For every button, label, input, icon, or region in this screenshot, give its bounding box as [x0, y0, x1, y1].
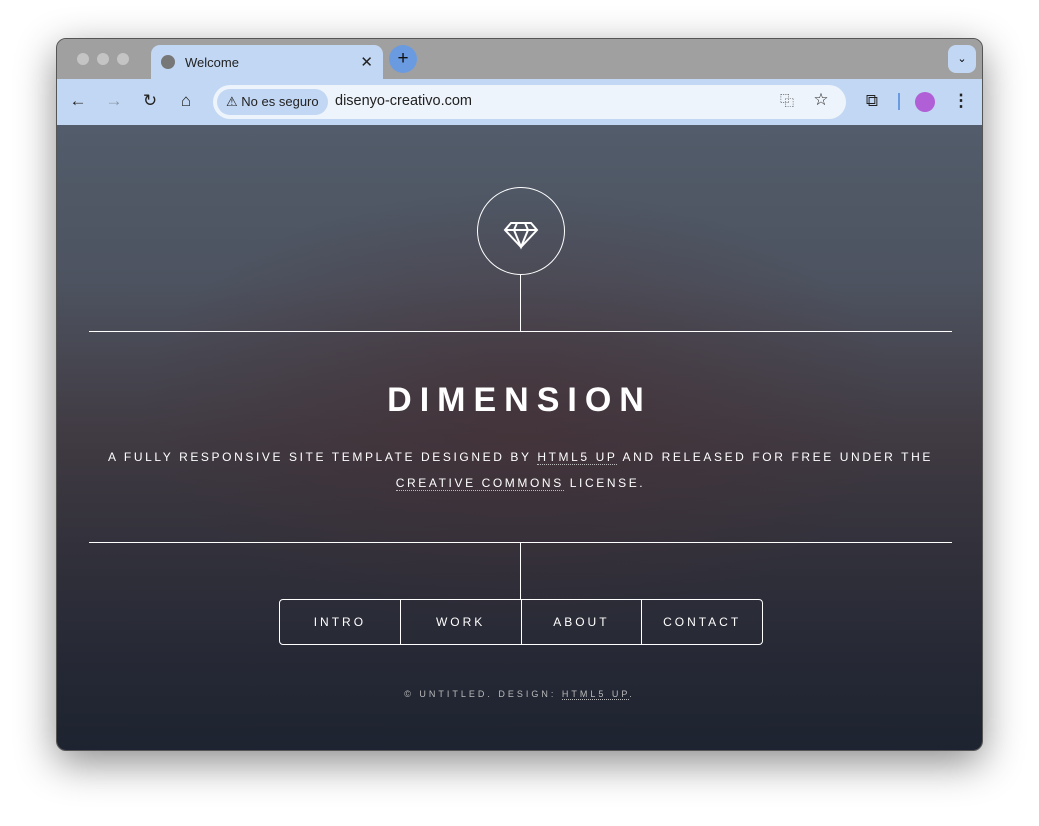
home-icon[interactable]: ⌂	[175, 91, 197, 111]
html5up-link[interactable]: HTML5 UP	[537, 450, 618, 465]
profile-avatar[interactable]	[915, 92, 935, 112]
globe-icon	[161, 55, 175, 69]
security-label: No es seguro	[241, 94, 319, 109]
address-bar[interactable]: ⚠ No es seguro disenyo-creativo.com ⿻ ☆	[213, 85, 846, 119]
close-tab-icon[interactable]: ✕	[360, 53, 373, 71]
toolbar: ← → ↻ ⌂ ⚠ No es seguro disenyo-creativo.…	[57, 79, 982, 125]
warning-icon: ⚠	[226, 94, 242, 109]
site-description: A FULLY RESPONSIVE SITE TEMPLATE DESIGNE…	[97, 444, 944, 496]
desc-text: LICENSE.	[563, 476, 646, 490]
new-tab-button[interactable]: +	[389, 45, 417, 73]
connector-line-top	[520, 275, 521, 331]
desc-text: AND RELEASED FOR FREE UNDER THE	[617, 450, 933, 464]
forward-icon[interactable]: →	[103, 91, 125, 111]
site-title: DIMENSION	[387, 381, 652, 419]
bookmark-star-icon[interactable]: ☆	[810, 90, 832, 110]
browser-window: Welcome ✕ + ⌄ ← → ↻ ⌂ ⚠ No es seguro dis…	[56, 38, 983, 751]
page-content: DIMENSION A FULLY RESPONSIVE SITE TEMPLA…	[57, 125, 982, 750]
divider	[898, 93, 900, 110]
desc-text: A FULLY RESPONSIVE SITE TEMPLATE DESIGNE…	[108, 450, 538, 464]
divider-top	[89, 331, 952, 332]
security-chip[interactable]: ⚠ No es seguro	[217, 89, 328, 115]
tab-title: Welcome	[185, 54, 239, 70]
extensions-icon[interactable]: ⧉	[861, 91, 883, 111]
tab-strip: Welcome ✕ + ⌄	[57, 39, 982, 79]
tab-search-button[interactable]: ⌄	[948, 45, 976, 73]
logo-circle	[477, 187, 565, 275]
tab-welcome[interactable]: Welcome ✕	[151, 45, 383, 79]
nav-about[interactable]: ABOUT	[520, 600, 642, 644]
translate-icon[interactable]: ⿻	[776, 91, 798, 111]
maximize-window-button[interactable]	[117, 53, 129, 65]
creative-commons-link[interactable]: CREATIVE COMMONS	[395, 476, 564, 491]
close-window-button[interactable]	[77, 53, 89, 65]
back-icon[interactable]: ←	[67, 91, 89, 111]
menu-icon[interactable]: ⋮	[950, 91, 972, 111]
footer-text: .	[629, 689, 635, 699]
reload-icon[interactable]: ↻	[139, 91, 161, 111]
diamond-icon	[503, 222, 539, 250]
footer-text: © UNTITLED. DESIGN:	[404, 689, 562, 699]
url-text[interactable]: disenyo-creativo.com	[335, 93, 472, 109]
nav-intro[interactable]: INTRO	[280, 600, 400, 644]
main-nav: INTRO WORK ABOUT CONTACT	[279, 599, 763, 645]
footer: © UNTITLED. DESIGN: HTML5 UP.	[57, 689, 982, 700]
nav-work[interactable]: WORK	[399, 600, 521, 644]
nav-contact[interactable]: CONTACT	[641, 600, 762, 644]
minimize-window-button[interactable]	[97, 53, 109, 65]
connector-line-bottom	[520, 542, 521, 599]
footer-html5up-link[interactable]: HTML5 UP	[561, 689, 630, 700]
